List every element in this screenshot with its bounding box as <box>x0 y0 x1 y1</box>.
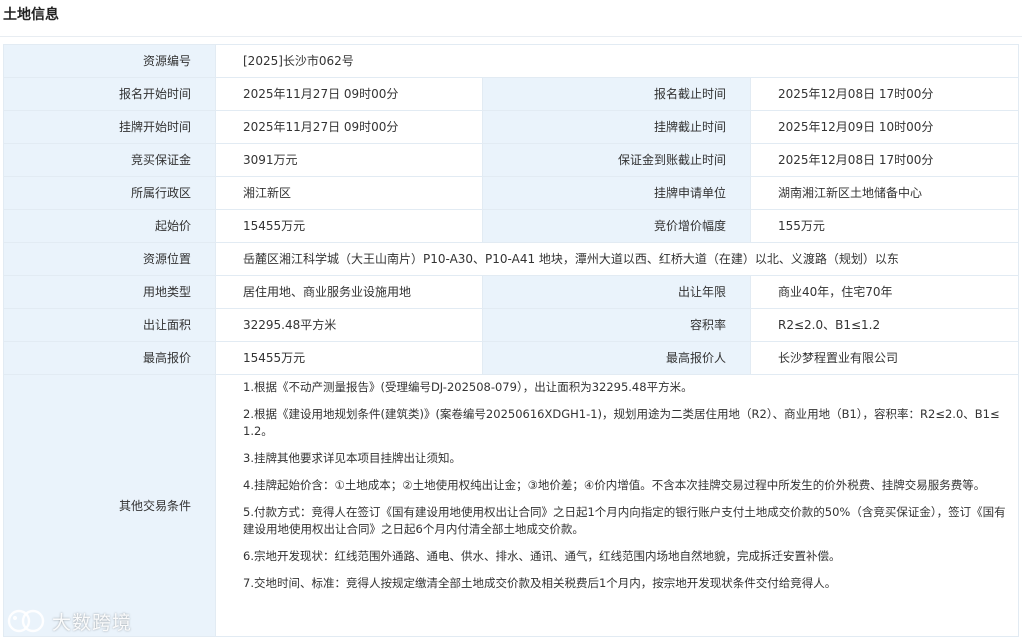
signup-start-label: 报名开始时间 <box>3 77 216 111</box>
listing-end-value: 2025年12月09日 10时00分 <box>749 110 1020 144</box>
land-use-label: 用地类型 <box>3 275 216 309</box>
applicant-label: 挂牌申请单位 <box>482 176 751 210</box>
district-value: 湘江新区 <box>215 176 483 210</box>
plot-ratio-value: R2≤2.0、B1≤1.2 <box>749 308 1020 342</box>
table-row: 出让面积 32295.48平方米 容积率 R2≤2.0、B1≤1.2 <box>3 308 1020 342</box>
brand-logo-icon <box>6 608 46 634</box>
start-price-label: 起始价 <box>3 209 216 243</box>
location-value: 岳麓区湘江科学城（大王山南片）P10-A30、P10-A41 地块，潭州大道以西… <box>214 242 1020 276</box>
condition-item: 7.交地时间、标准：竞得人按规定缴清全部土地成交价款及相关税费后1个月内，按宗地… <box>243 576 837 590</box>
watermark: 大数跨境 <box>6 606 132 636</box>
section-title: 土地信息 <box>3 7 59 23</box>
table-row: 其他交易条件 1.根据《不动产测量报告》(受理编号DJ-202508-079），… <box>3 374 1020 637</box>
condition-item: 1.根据《不动产测量报告》(受理编号DJ-202508-079），出让面积为32… <box>243 380 693 394</box>
condition-item: 3.挂牌其他要求详见本项目挂牌出让须知。 <box>243 451 461 465</box>
resource-id-label: 资源编号 <box>3 44 216 78</box>
deposit-value: 3091万元 <box>215 143 483 177</box>
table-row: 起始价 15455万元 竞价增价幅度 155万元 <box>3 209 1020 243</box>
deposit-deadline-label: 保证金到账截止时间 <box>482 143 751 177</box>
table-row: 挂牌开始时间 2025年11月27日 09时00分 挂牌截止时间 2025年12… <box>3 110 1020 144</box>
condition-item: 2.根据《建设用地规划条件(建筑类)》(案卷编号20250616XDGH1-1)… <box>243 407 1000 438</box>
table-row: 资源编号 [2025]长沙市062号 <box>3 44 1020 78</box>
listing-start-label: 挂牌开始时间 <box>3 110 216 144</box>
land-info-table: 资源编号 [2025]长沙市062号 报名开始时间 2025年11月27日 09… <box>3 44 1020 637</box>
table-row: 最高报价 15455万元 最高报价人 长沙梦程置业有限公司 <box>3 341 1020 375</box>
title-divider <box>0 36 1022 37</box>
condition-item: 6.宗地开发现状：红线范围外通路、通电、供水、排水、通讯、通气，红线范围内场地自… <box>243 549 841 563</box>
table-row: 资源位置 岳麓区湘江科学城（大王山南片）P10-A30、P10-A41 地块，潭… <box>3 242 1020 276</box>
location-label: 资源位置 <box>3 242 216 276</box>
signup-end-value: 2025年12月08日 17时00分 <box>749 77 1020 111</box>
listing-end-label: 挂牌截止时间 <box>482 110 751 144</box>
signup-start-value: 2025年11月27日 09时00分 <box>215 77 483 111</box>
start-price-value: 15455万元 <box>215 209 483 243</box>
other-conditions-label: 其他交易条件 <box>3 374 216 637</box>
watermark-text: 大数跨境 <box>52 611 133 634</box>
plot-ratio-label: 容积率 <box>482 308 751 342</box>
table-row: 报名开始时间 2025年11月27日 09时00分 报名截止时间 2025年12… <box>3 77 1020 111</box>
bid-increment-label: 竞价增价幅度 <box>482 209 751 243</box>
condition-item: 5.付款方式：竞得人在签订《国有建设用地使用权出让合同》之日起1个月内向指定的银… <box>243 505 1006 536</box>
highest-bidder-value: 长沙梦程置业有限公司 <box>749 341 1020 375</box>
resource-id-value: [2025]长沙市062号 <box>214 44 1020 78</box>
highest-bidder-label: 最高报价人 <box>482 341 751 375</box>
applicant-value: 湖南湘江新区土地储备中心 <box>749 176 1020 210</box>
table-row: 竞买保证金 3091万元 保证金到账截止时间 2025年12月08日 17时00… <box>3 143 1020 177</box>
lease-term-label: 出让年限 <box>482 275 751 309</box>
land-use-value: 居住用地、商业服务业设施用地 <box>215 275 483 309</box>
area-value: 32295.48平方米 <box>215 308 483 342</box>
highest-bid-value: 15455万元 <box>215 341 483 375</box>
listing-start-value: 2025年11月27日 09时00分 <box>215 110 483 144</box>
table-row: 用地类型 居住用地、商业服务业设施用地 出让年限 商业40年，住宅70年 <box>3 275 1020 309</box>
table-row: 所属行政区 湘江新区 挂牌申请单位 湖南湘江新区土地储备中心 <box>3 176 1020 210</box>
highest-bid-label: 最高报价 <box>3 341 216 375</box>
other-conditions-value: 1.根据《不动产测量报告》(受理编号DJ-202508-079），出让面积为32… <box>214 374 1020 637</box>
deposit-label: 竞买保证金 <box>3 143 216 177</box>
district-label: 所属行政区 <box>3 176 216 210</box>
area-label: 出让面积 <box>3 308 216 342</box>
deposit-deadline-value: 2025年12月08日 17时00分 <box>749 143 1020 177</box>
condition-item: 4.挂牌起始价含：①土地成本；②土地使用权纯出让金；③地价差；④价内增值。不含本… <box>243 478 986 492</box>
bid-increment-value: 155万元 <box>749 209 1020 243</box>
signup-end-label: 报名截止时间 <box>482 77 751 111</box>
lease-term-value: 商业40年，住宅70年 <box>749 275 1020 309</box>
